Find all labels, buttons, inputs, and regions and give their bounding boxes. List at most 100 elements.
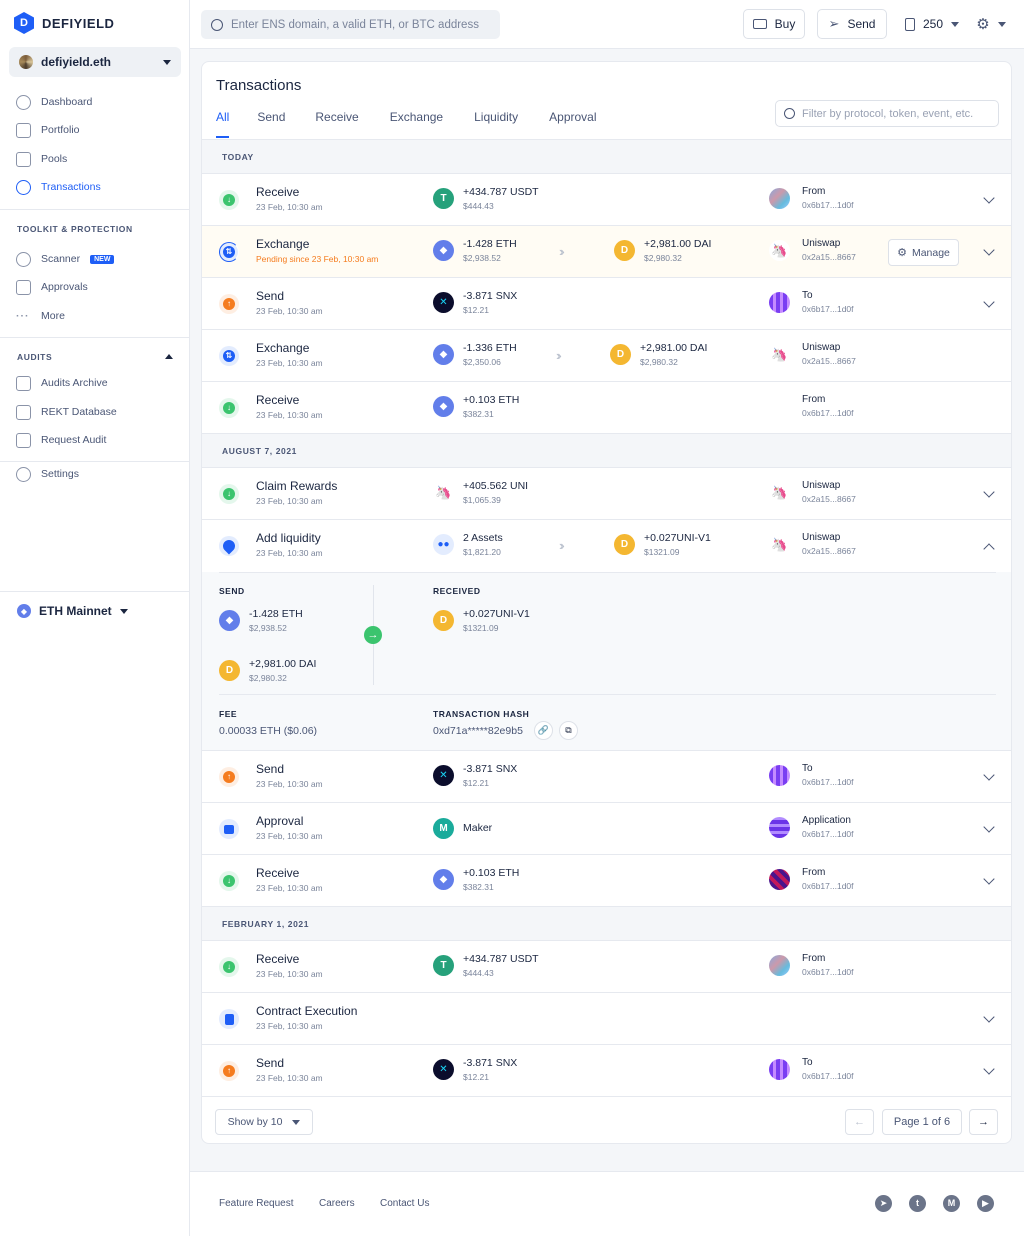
counterparty-address[interactable]: 0x6b17...1d0f <box>802 881 854 891</box>
sidebar-item-audits-archive[interactable]: Audits Archive <box>16 373 108 393</box>
sidebar-item-dashboard[interactable]: Dashboard <box>16 92 92 112</box>
show-by-select[interactable]: Show by 10 <box>215 1109 313 1135</box>
chevron-down-icon[interactable] <box>983 486 995 498</box>
network-selector[interactable]: ◆ ETH Mainnet <box>17 604 128 618</box>
footer-link-careers[interactable]: Careers <box>319 1198 355 1209</box>
divider <box>219 572 996 573</box>
chevron-down-icon[interactable] <box>983 244 995 256</box>
tab-receive[interactable]: Receive <box>315 110 358 138</box>
settings-button[interactable]: ⚙ <box>971 9 1011 39</box>
tab-exchange[interactable]: Exchange <box>390 110 443 138</box>
chevron-down-icon[interactable] <box>983 1011 995 1023</box>
token-value: +2,981.00 DAI <box>644 238 712 250</box>
table-row[interactable]: Add liquidity 23 Feb, 10:30 am ●● 2 Asse… <box>202 520 1011 572</box>
counterparty-address[interactable]: 0x2a15...8667 <box>802 494 856 504</box>
event-date: 23 Feb, 10:30 am <box>256 548 323 558</box>
counterparty-label: From <box>802 186 826 197</box>
chevron-down-icon[interactable] <box>983 769 995 781</box>
tab-liquidity[interactable]: Liquidity <box>474 110 518 138</box>
chevron-down-icon[interactable] <box>983 873 995 885</box>
sidebar-item-transactions[interactable]: Transactions <box>16 177 101 197</box>
tab-approval[interactable]: Approval <box>549 110 596 138</box>
search-input[interactable] <box>230 18 490 31</box>
copy-icon[interactable]: ⧉ <box>559 721 578 740</box>
send-button[interactable]: ➢ Send <box>817 9 887 39</box>
counterparty: 🦄 Uniswap 0x2a15...8667 <box>769 342 856 366</box>
sidebar-item-label: Portfolio <box>41 124 80 136</box>
token-amount: ◆ +0.103 ETH $382.31 <box>433 867 519 892</box>
event-date: 23 Feb, 10:30 am <box>256 883 323 893</box>
sidebar-item-approvals[interactable]: Approvals <box>16 277 88 297</box>
chevron-up-icon[interactable] <box>983 543 995 555</box>
counterparty-address[interactable]: 0x2a15...8667 <box>802 252 856 262</box>
chevron-down-icon[interactable] <box>983 821 995 833</box>
tab-all[interactable]: All <box>216 110 230 138</box>
maker-icon: M <box>433 818 454 839</box>
uniswap-icon: 🦄 <box>769 344 790 365</box>
medium-icon[interactable]: M <box>943 1195 960 1212</box>
counterparty-address[interactable]: 0x6b17...1d0f <box>802 408 854 418</box>
tab-send[interactable]: Send <box>257 110 285 138</box>
counterparty-address[interactable]: 0x6b17...1d0f <box>802 777 854 787</box>
counterparty-address[interactable]: 0x6b17...1d0f <box>802 304 854 314</box>
table-row[interactable]: ↓ Receive 23 Feb, 10:30 am T +434.787 US… <box>202 941 1011 993</box>
sidebar-item-label: Approvals <box>41 281 88 293</box>
counterparty-address[interactable]: 0x2a15...8667 <box>802 546 856 556</box>
telegram-icon[interactable]: ➤ <box>875 1195 892 1212</box>
filter-box[interactable] <box>775 100 999 127</box>
table-row[interactable]: Contract Execution 23 Feb, 10:30 am <box>202 993 1011 1045</box>
table-row[interactable]: ↓ Receive 23 Feb, 10:30 am ◆ +0.103 ETH $… <box>202 855 1011 907</box>
buy-button[interactable]: Buy <box>743 9 805 39</box>
footer-link-contact-us[interactable]: Contact Us <box>380 1198 429 1209</box>
next-page-button[interactable]: → <box>969 1109 998 1135</box>
sidebar-item-request-audit[interactable]: Request Audit <box>16 430 106 450</box>
footer-link-feature-request[interactable]: Feature Request <box>219 1198 294 1209</box>
table-row[interactable]: Approval 23 Feb, 10:30 am M Maker Applic… <box>202 803 1011 855</box>
counterparty-address[interactable]: 0x6b17...1d0f <box>802 200 854 210</box>
prev-page-button[interactable]: ← <box>845 1109 874 1135</box>
token-usd: $12.21 <box>463 778 489 788</box>
table-row[interactable]: ↓ Claim Rewards 23 Feb, 10:30 am 🦄 +405.… <box>202 468 1011 520</box>
chevron-up-icon[interactable] <box>165 354 173 359</box>
token-usd: $382.31 <box>463 882 494 892</box>
group-header: TODAY <box>202 140 1011 174</box>
chevron-down-icon[interactable] <box>983 296 995 308</box>
table-row[interactable]: ↑ Send 23 Feb, 10:30 am ✕ -3.871 SNX $12.… <box>202 751 1011 803</box>
table-row[interactable]: ↑ Send 23 Feb, 10:30 am ✕ -3.871 SNX $12.… <box>202 1045 1011 1097</box>
youtube-icon[interactable]: ▶ <box>977 1195 994 1212</box>
table-row[interactable]: ↑ Send 23 Feb, 10:30 am ✕ -3.871 SNX $12.… <box>202 278 1011 330</box>
table-row[interactable]: ⇅ Exchange Pending since 23 Feb, 10:30 a… <box>202 226 1011 278</box>
address-search[interactable] <box>201 10 500 39</box>
filter-input[interactable] <box>802 107 990 120</box>
token-usd: $2,980.32 <box>644 253 682 263</box>
manage-button[interactable]: ⚙ Manage <box>888 239 959 266</box>
sidebar-item-rekt-database[interactable]: REKT Database <box>16 402 117 422</box>
counterparty-address[interactable]: 0x6b17...1d0f <box>802 829 854 839</box>
brand-logo[interactable]: D DEFIYIELD <box>14 12 114 34</box>
chevron-down-icon[interactable] <box>983 1063 995 1075</box>
dashboard-icon <box>16 94 31 110</box>
token-usd: $2,938.52 <box>249 623 287 633</box>
event-date: 23 Feb, 10:30 am <box>256 410 323 420</box>
twitter-icon[interactable]: t <box>909 1195 926 1212</box>
sidebar-item-scanner[interactable]: Scanner NEW <box>16 249 115 269</box>
counterparty: From 0x6b17...1d0f <box>769 186 854 210</box>
table-row[interactable]: ⇅ Exchange 23 Feb, 10:30 am ◆ -1.336 ETH… <box>202 330 1011 382</box>
sidebar-item-settings[interactable]: Settings <box>16 464 79 484</box>
sidebar-item-more[interactable]: ··· More <box>16 306 65 326</box>
gas-price-button[interactable]: 250 <box>897 9 967 39</box>
account-selector[interactable]: defiyield.eth <box>9 47 181 77</box>
table-row[interactable]: ↓ Receive 23 Feb, 10:30 am T +434.787 US… <box>202 174 1011 226</box>
chevron-down-icon[interactable] <box>983 192 995 204</box>
link-icon[interactable]: 🔗 <box>534 721 553 740</box>
event-date: 23 Feb, 10:30 am <box>256 969 323 979</box>
sidebar-item-pools[interactable]: Pools <box>16 149 67 169</box>
counterparty-address[interactable]: 0x2a15...8667 <box>802 356 856 366</box>
transaction-hash[interactable]: 0xd71a*****82e9b5 <box>433 725 523 737</box>
token-usd: $2,350.06 <box>463 357 501 367</box>
sidebar-item-portfolio[interactable]: Portfolio <box>16 120 80 140</box>
table-row[interactable]: ↓ Receive 23 Feb, 10:30 am ◆ +0.103 ETH $… <box>202 382 1011 434</box>
double-chevron-right-icon: ›› <box>556 348 561 363</box>
counterparty-address[interactable]: 0x6b17...1d0f <box>802 967 854 977</box>
counterparty-address[interactable]: 0x6b17...1d0f <box>802 1071 854 1081</box>
